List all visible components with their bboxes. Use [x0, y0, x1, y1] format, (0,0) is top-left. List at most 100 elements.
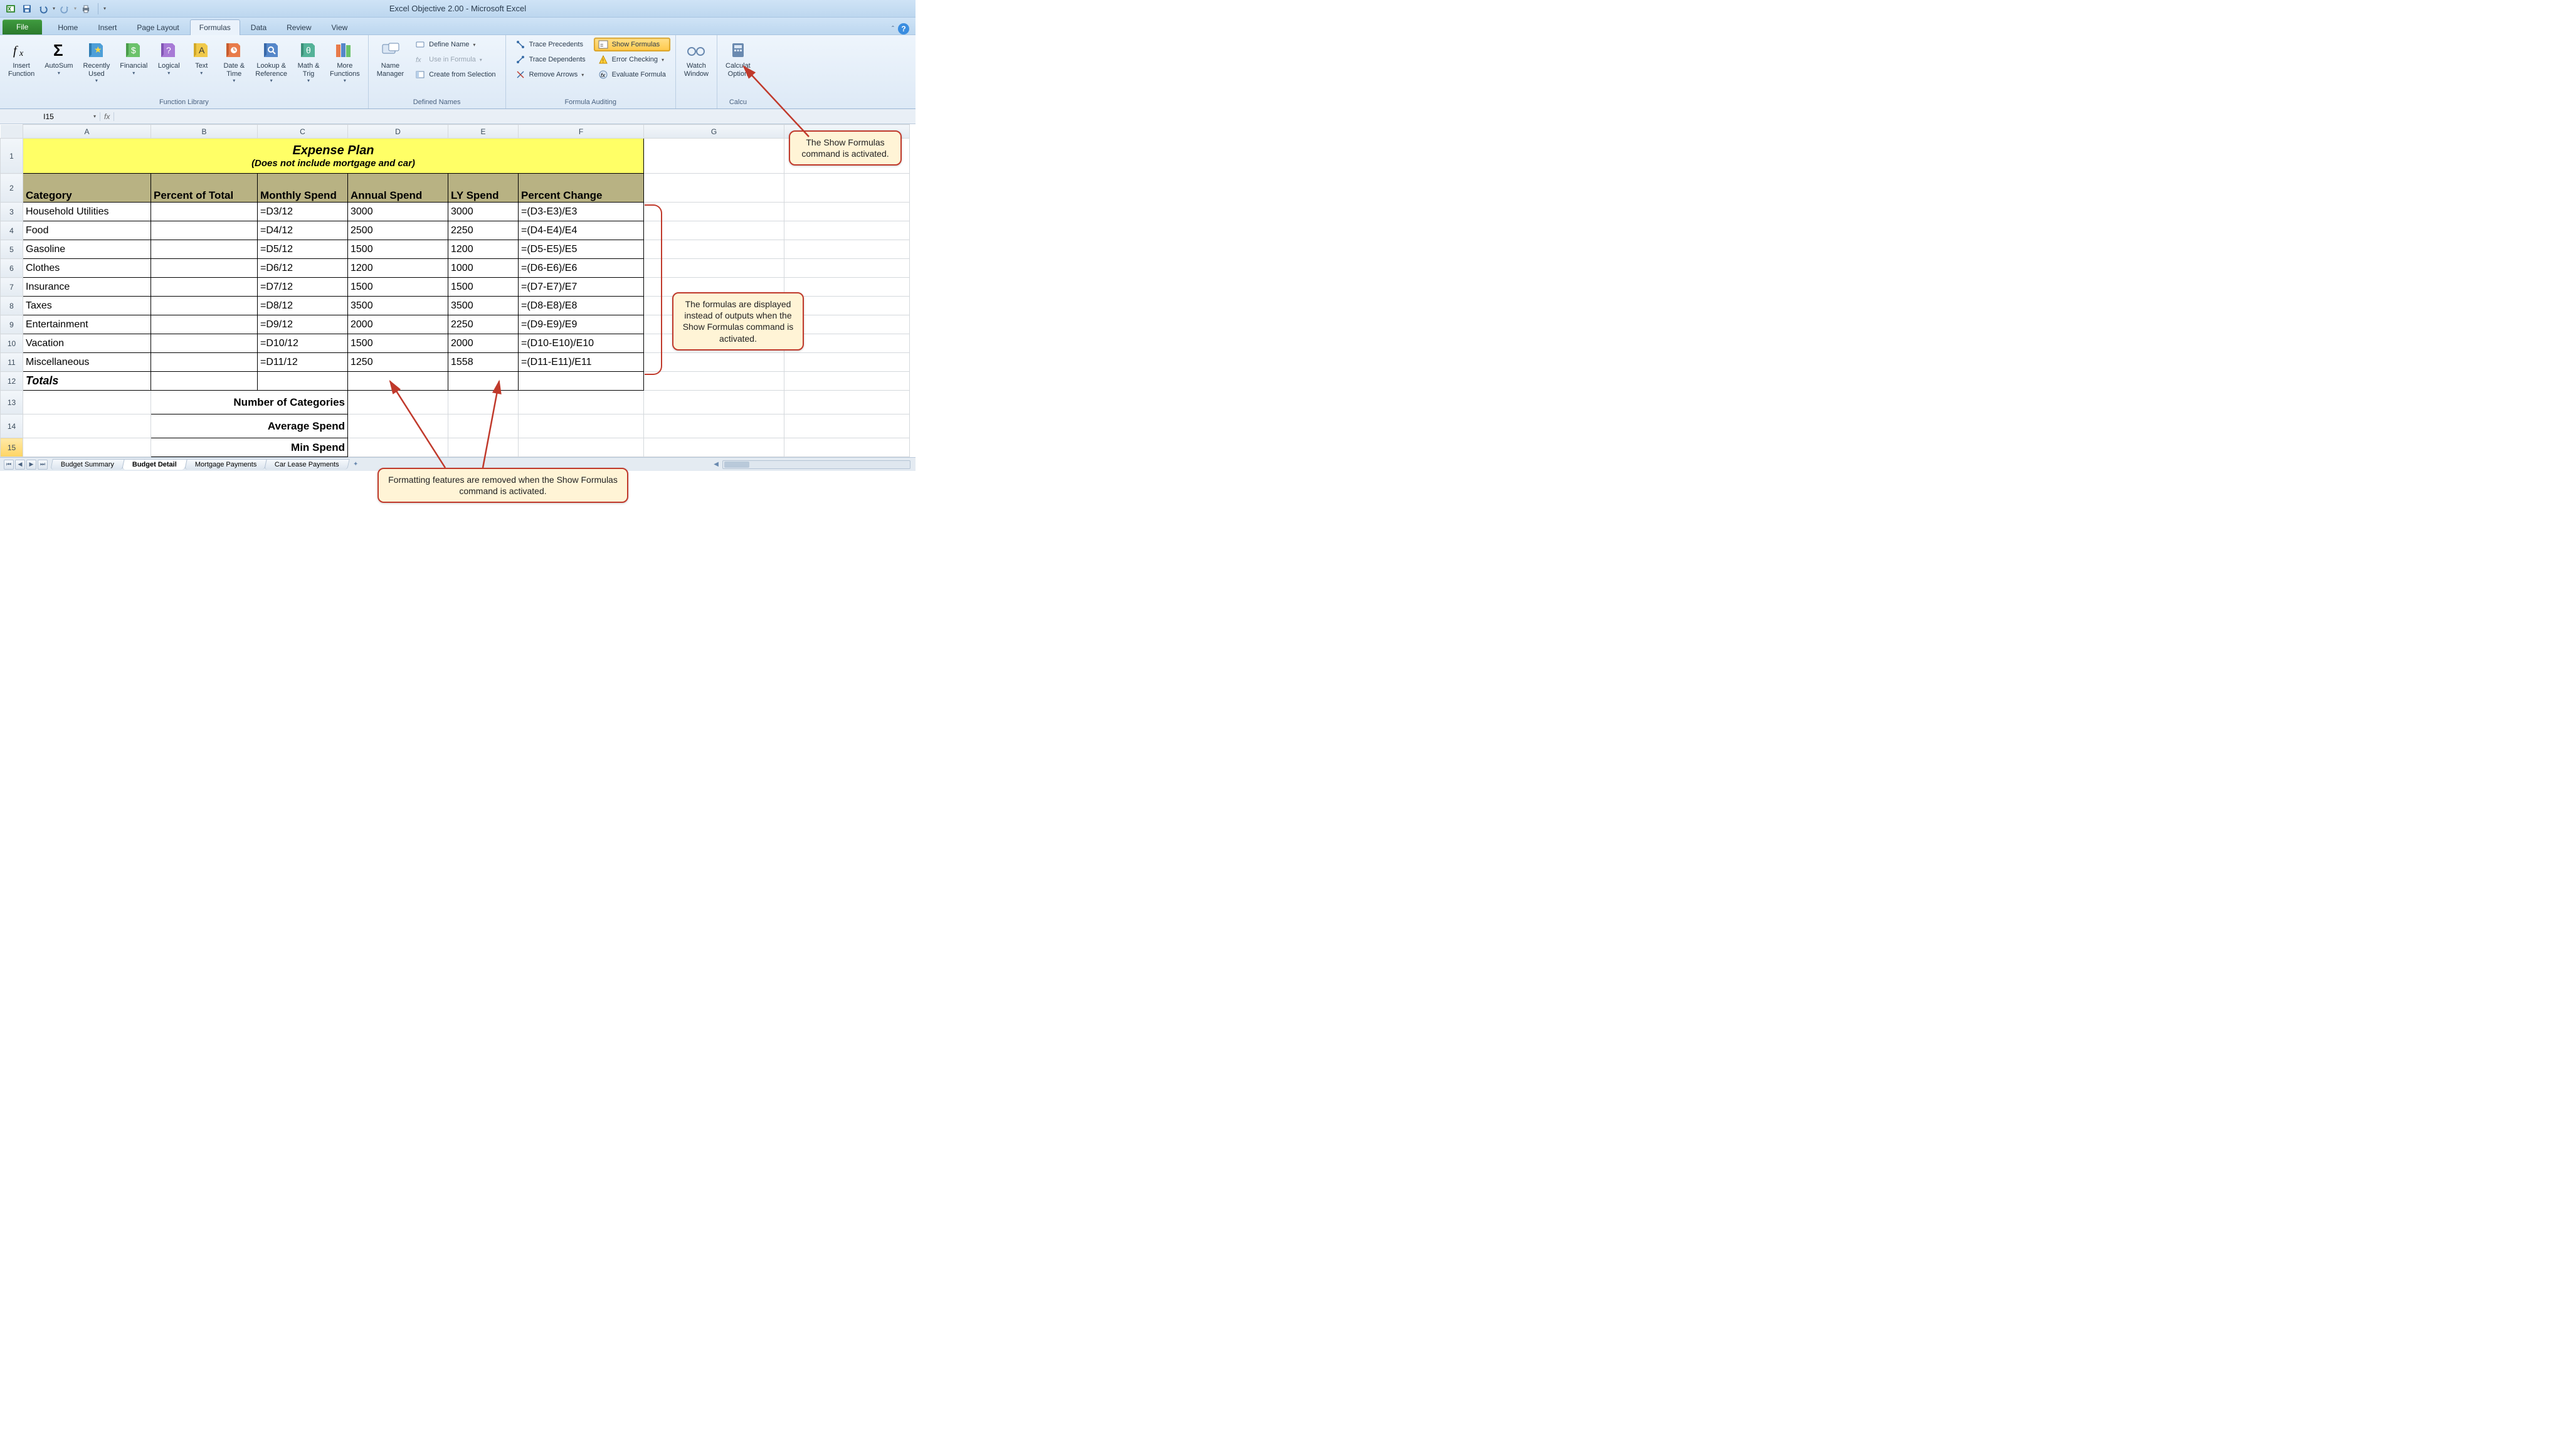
cell[interactable] [448, 438, 519, 457]
last-sheet-icon[interactable]: ⏭ [38, 460, 48, 470]
cell[interactable] [644, 240, 784, 259]
cell[interactable] [784, 438, 910, 457]
row-header[interactable]: 7 [1, 278, 23, 297]
cell-formula[interactable]: =D10/12 [258, 334, 348, 353]
evaluate-formula-button[interactable]: fx Evaluate Formula [594, 68, 670, 82]
sheet-tab[interactable]: Budget Summary [50, 459, 125, 470]
excel-icon[interactable] [4, 2, 18, 16]
watch-window-button[interactable]: Watch Window [681, 38, 712, 80]
cell[interactable] [784, 414, 910, 438]
cell-category[interactable]: Gasoline [23, 240, 151, 259]
cell-value[interactable]: 2500 [348, 221, 448, 240]
cell[interactable] [784, 259, 910, 278]
cell-formula[interactable]: =(D11-E11)/E11 [519, 353, 644, 372]
cell[interactable] [784, 174, 910, 203]
select-all-corner[interactable] [1, 125, 23, 139]
cell[interactable] [151, 297, 258, 315]
calculation-options-button[interactable]: Calculat Option [722, 38, 754, 80]
cell[interactable] [644, 139, 784, 174]
cell-value[interactable]: 3500 [448, 297, 519, 315]
cell-formula[interactable]: =D9/12 [258, 315, 348, 334]
text-button[interactable]: A Text ▾ [187, 38, 216, 78]
cell[interactable] [644, 438, 784, 457]
cell-category[interactable]: Insurance [23, 278, 151, 297]
cell[interactable] [519, 438, 644, 457]
cell[interactable] [519, 391, 644, 414]
sheet-tab[interactable]: Mortgage Payments [184, 459, 267, 470]
cell-value[interactable]: 1500 [348, 240, 448, 259]
cell[interactable] [151, 372, 258, 391]
minimize-ribbon-icon[interactable]: ˆ [892, 24, 894, 33]
cell[interactable] [644, 203, 784, 221]
scroll-left-icon[interactable]: ◀ [714, 461, 719, 468]
summary-label[interactable]: Min Spend [151, 438, 348, 457]
file-tab[interactable]: File [3, 19, 42, 34]
row-header[interactable]: 6 [1, 259, 23, 278]
col-header[interactable]: F [519, 125, 644, 139]
cell[interactable] [23, 414, 151, 438]
row-header[interactable]: 13 [1, 391, 23, 414]
quick-print-icon[interactable] [79, 2, 93, 16]
cell[interactable] [644, 414, 784, 438]
cell-value[interactable]: 1500 [348, 334, 448, 353]
cell-formula[interactable]: =(D9-E9)/E9 [519, 315, 644, 334]
cell[interactable] [644, 353, 784, 372]
col-header[interactable]: D [348, 125, 448, 139]
cell-formula[interactable]: =(D3-E3)/E3 [519, 203, 644, 221]
cell-value[interactable]: 1558 [448, 353, 519, 372]
cell[interactable] [151, 203, 258, 221]
summary-label[interactable]: Average Spend [151, 414, 348, 438]
cell-value[interactable]: 1250 [348, 353, 448, 372]
cell-formula[interactable]: =D3/12 [258, 203, 348, 221]
more-functions-button[interactable]: More Functions ▾ [327, 38, 363, 85]
row-header[interactable]: 4 [1, 221, 23, 240]
cell-formula[interactable]: =D11/12 [258, 353, 348, 372]
cell-category[interactable]: Taxes [23, 297, 151, 315]
undo-dropdown-icon[interactable]: ▾ [53, 6, 55, 11]
sheet-tab[interactable]: Car Lease Payments [265, 459, 350, 470]
cell[interactable] [348, 438, 448, 457]
cell[interactable] [258, 372, 348, 391]
cell[interactable] [151, 221, 258, 240]
col-header[interactable]: E [448, 125, 519, 139]
horizontal-scrollbar[interactable] [722, 460, 910, 469]
header-cell[interactable]: Annual Spend [348, 174, 448, 203]
cell[interactable] [644, 174, 784, 203]
cell[interactable] [644, 259, 784, 278]
col-header[interactable]: C [258, 125, 348, 139]
tab-home[interactable]: Home [48, 19, 87, 35]
sheet-tab[interactable]: Budget Detail [122, 459, 187, 470]
cell-formula[interactable]: =D7/12 [258, 278, 348, 297]
cell[interactable] [519, 372, 644, 391]
cell[interactable] [784, 372, 910, 391]
worksheet-grid[interactable]: A B C D E F G 1 Expense Plan (Does not i… [0, 124, 910, 457]
cell-formula[interactable]: =D8/12 [258, 297, 348, 315]
cell[interactable] [784, 221, 910, 240]
cell-value[interactable]: 1000 [448, 259, 519, 278]
cell[interactable] [151, 259, 258, 278]
row-header[interactable]: 5 [1, 240, 23, 259]
qat-customize-icon[interactable]: ▾ [103, 6, 106, 11]
tab-data[interactable]: Data [241, 19, 276, 35]
define-name-button[interactable]: Define Name ▾ [411, 38, 500, 51]
cell[interactable] [23, 438, 151, 457]
cell-formula[interactable]: =(D6-E6)/E6 [519, 259, 644, 278]
error-checking-button[interactable]: ! Error Checking ▾ [594, 53, 670, 66]
cell-formula[interactable]: =(D4-E4)/E4 [519, 221, 644, 240]
tab-page-layout[interactable]: Page Layout [127, 19, 188, 35]
cell[interactable] [151, 353, 258, 372]
row-header[interactable]: 3 [1, 203, 23, 221]
math-trig-button[interactable]: θ Math & Trig ▾ [294, 38, 323, 85]
cell[interactable] [784, 391, 910, 414]
trace-dependents-button[interactable]: Trace Dependents [511, 53, 590, 66]
cell[interactable] [348, 391, 448, 414]
cell-formula[interactable]: =(D5-E5)/E5 [519, 240, 644, 259]
summary-label[interactable]: Number of Categories [151, 391, 348, 414]
cell[interactable] [448, 414, 519, 438]
cell-category[interactable]: Food [23, 221, 151, 240]
tab-formulas[interactable]: Formulas [190, 19, 240, 35]
cell[interactable] [644, 372, 784, 391]
trace-precedents-button[interactable]: Trace Precedents [511, 38, 590, 51]
cell-value[interactable]: 1200 [348, 259, 448, 278]
cell-category[interactable]: Clothes [23, 259, 151, 278]
